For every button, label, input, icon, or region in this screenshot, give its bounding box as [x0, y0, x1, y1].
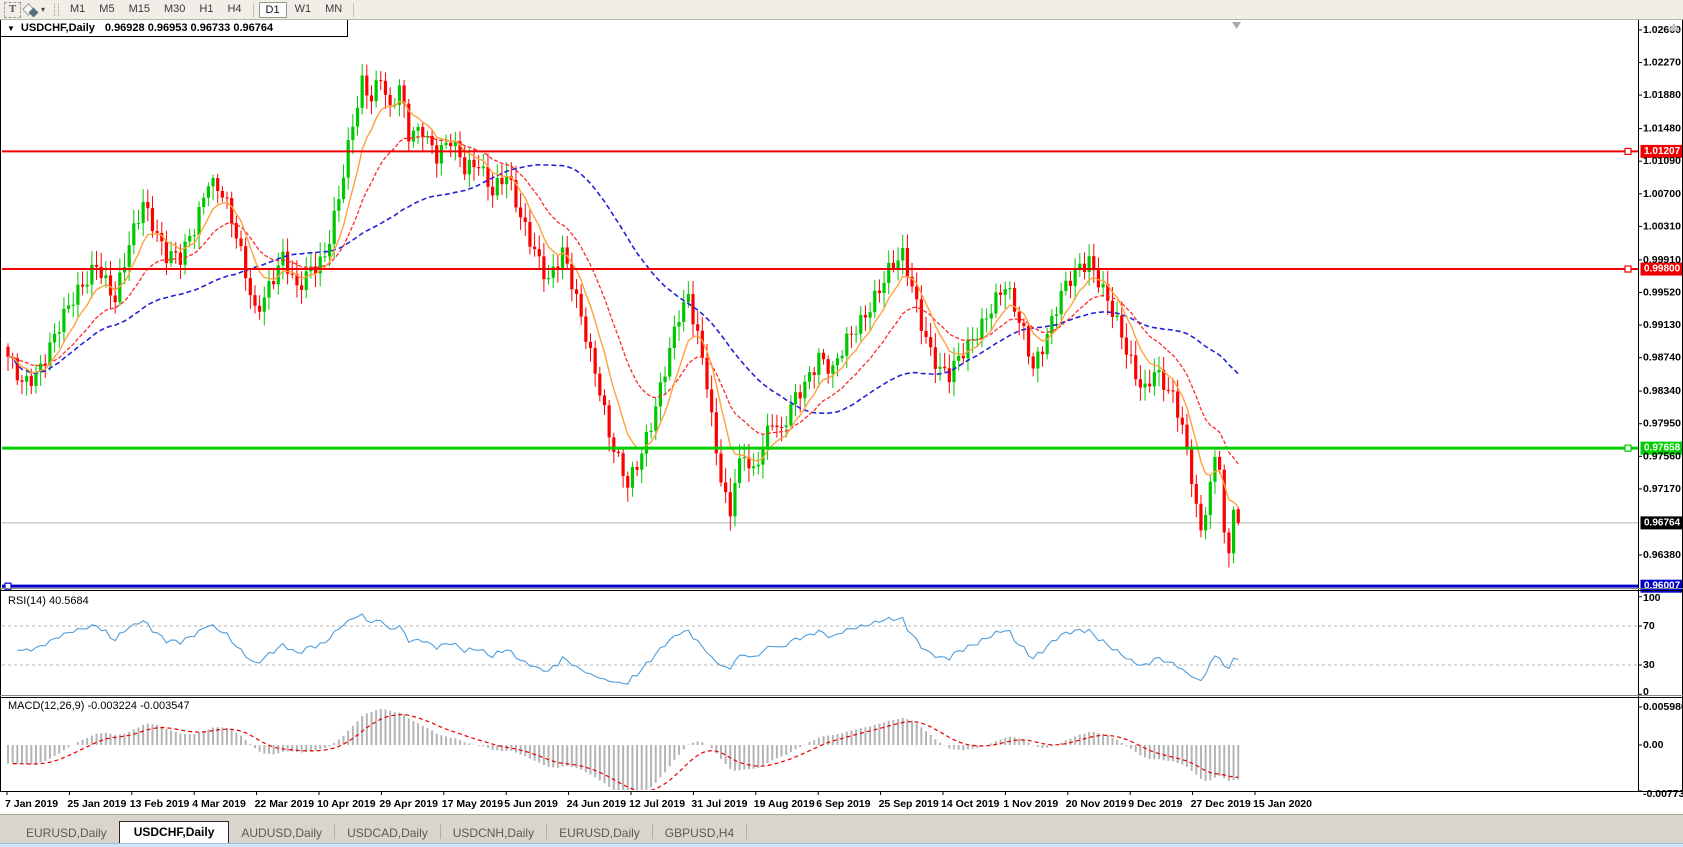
svg-text:0.005986: 0.005986	[1643, 701, 1683, 713]
svg-text:19 Aug 2019: 19 Aug 2019	[754, 798, 815, 810]
trading-terminal: { "toolbar": { "text_tool_label": "T", "…	[0, 0, 1683, 847]
svg-text:1.01090: 1.01090	[1643, 155, 1681, 167]
timeframe-button-m15[interactable]: M15	[123, 2, 156, 17]
svg-text:4 Mar 2019: 4 Mar 2019	[192, 798, 246, 810]
timeframe-button-d1[interactable]: D1	[259, 2, 287, 18]
svg-text:1.02270: 1.02270	[1643, 57, 1681, 69]
toolbar: T ▾ M1M5M15M30H1H4 D1W1MN	[0, 0, 1683, 20]
collapse-chart-icon[interactable]: ▼	[7, 24, 15, 33]
svg-text:15 Jan 2020: 15 Jan 2020	[1253, 798, 1312, 810]
svg-text:1 Nov 2019: 1 Nov 2019	[1003, 798, 1058, 810]
chart-ohlc-quotes: 0.96928 0.96953 0.96733 0.96764	[105, 22, 273, 34]
rsi-label: RSI(14) 40.5684	[8, 595, 89, 607]
chart-tab-eurusd-daily[interactable]: EURUSD,Daily	[14, 823, 119, 844]
svg-text:31 Jul 2019: 31 Jul 2019	[691, 798, 747, 810]
svg-text:0.98340: 0.98340	[1643, 385, 1681, 397]
macd-signal-line	[13, 715, 1239, 792]
svg-text:7 Jan 2019: 7 Jan 2019	[5, 798, 58, 810]
svg-text:1.00700: 1.00700	[1643, 188, 1681, 200]
svg-text:0.96380: 0.96380	[1643, 549, 1681, 561]
svg-text:0.98740: 0.98740	[1643, 352, 1681, 364]
chart-tab-audusd-daily[interactable]: AUDUSD,Daily	[229, 823, 334, 844]
svg-text:0.97170: 0.97170	[1643, 483, 1681, 495]
tab-separator	[746, 824, 747, 839]
chart-tab-gbpusd-h4[interactable]: GBPUSD,H4	[653, 823, 746, 844]
hline-handle[interactable]	[1625, 148, 1631, 154]
text-tool-button[interactable]: T	[4, 2, 21, 18]
chart-tab-usdchf-daily[interactable]: USDCHF,Daily	[119, 821, 230, 844]
toolbar-separator	[353, 3, 354, 17]
svg-text:0.99520: 0.99520	[1643, 286, 1681, 298]
svg-text:20 Nov 2019: 20 Nov 2019	[1066, 798, 1127, 810]
chart-tab-bar: EURUSD,DailyUSDCHF,DailyAUDUSD,DailyUSDC…	[0, 814, 1683, 844]
toolbar-separator	[253, 3, 254, 17]
svg-text:0.97950: 0.97950	[1643, 418, 1681, 430]
svg-text:0.00: 0.00	[1643, 739, 1664, 751]
svg-text:-0.007737: -0.007737	[1643, 788, 1683, 800]
svg-text:17 May 2019: 17 May 2019	[442, 798, 503, 810]
svg-text:24 Jun 2019: 24 Jun 2019	[567, 798, 627, 810]
svg-text:30: 30	[1643, 659, 1655, 671]
rsi-line	[17, 614, 1238, 684]
shapes-icon-filled	[29, 8, 39, 18]
svg-text:1.00310: 1.00310	[1643, 220, 1681, 232]
chart-shift-marker-icon[interactable]	[1232, 22, 1241, 29]
svg-text:29 Apr 2019: 29 Apr 2019	[379, 798, 438, 810]
toolbar-grip[interactable]	[54, 3, 59, 16]
shapes-dropdown-button[interactable]: ▾	[24, 3, 45, 16]
timeframe-button-m1[interactable]: M1	[64, 2, 91, 17]
svg-text:5 Jun 2019: 5 Jun 2019	[504, 798, 558, 810]
svg-text:27 Dec 2019: 27 Dec 2019	[1191, 798, 1251, 810]
macd-histogram	[8, 709, 1238, 797]
svg-text:0.97560: 0.97560	[1643, 450, 1681, 462]
chart-title-bar: ▼ USDCHF,Daily 0.96928 0.96953 0.96733 0…	[0, 19, 348, 37]
chart-window-border	[1, 20, 1683, 792]
chart-symbol-title: USDCHF,Daily	[21, 22, 95, 34]
timeframe-button-w1[interactable]: W1	[289, 2, 318, 17]
svg-text:12 Jul 2019: 12 Jul 2019	[629, 798, 685, 810]
chart-tab-usdcnh-daily[interactable]: USDCNH,Daily	[441, 823, 546, 844]
price-axis[interactable]: 1.026601.022701.018801.014801.010901.007…	[1638, 24, 1681, 561]
svg-text:9 Dec 2019: 9 Dec 2019	[1128, 798, 1182, 810]
svg-text:1.01480: 1.01480	[1643, 123, 1681, 135]
hline-handle[interactable]	[1625, 445, 1631, 451]
svg-text:10 Apr 2019: 10 Apr 2019	[317, 798, 376, 810]
svg-text:0.99910: 0.99910	[1643, 254, 1681, 266]
svg-text:13 Feb 2019: 13 Feb 2019	[130, 798, 190, 810]
timeframe-button-h1[interactable]: H1	[193, 2, 219, 17]
timeframe-button-m30[interactable]: M30	[158, 2, 191, 17]
time-axis[interactable]: 7 Jan 2019 25 Jan 2019 13 Feb 20194 Mar 20…	[5, 792, 1312, 810]
svg-text:70: 70	[1643, 620, 1655, 632]
current-price-chip-text: 0.96764	[1644, 517, 1681, 528]
taskbar-edge	[0, 843, 1683, 847]
macd-label: MACD(12,26,9) -0.003224 -0.003547	[8, 700, 190, 712]
svg-text:0.99130: 0.99130	[1643, 319, 1681, 331]
candlestick-series	[6, 64, 1239, 567]
svg-text:1.01880: 1.01880	[1643, 89, 1681, 101]
timeframe-button-h4[interactable]: H4	[221, 2, 247, 17]
rsi-axis[interactable]: 100 70 30 0	[1638, 592, 1661, 698]
chart-tab-eurusd-daily[interactable]: EURUSD,Daily	[547, 823, 652, 844]
macd-axis[interactable]: 0.005986 0.00 -0.007737	[1638, 701, 1683, 800]
moving-averages	[8, 102, 1238, 507]
timeframe-button-mn[interactable]: MN	[319, 2, 348, 17]
svg-text:0: 0	[1643, 686, 1649, 698]
price-chart-canvas[interactable]: 1.012070.998000.976580.960070.967641.026…	[0, 0, 1683, 847]
svg-text:22 Mar 2019: 22 Mar 2019	[255, 798, 315, 810]
svg-text:25 Jan 2019: 25 Jan 2019	[67, 798, 126, 810]
svg-text:6 Sep 2019: 6 Sep 2019	[816, 798, 870, 810]
svg-text:100: 100	[1643, 592, 1661, 604]
svg-text:14 Oct 2019: 14 Oct 2019	[941, 798, 1000, 810]
chevron-down-icon: ▾	[41, 5, 45, 14]
hline-handle[interactable]	[1625, 266, 1631, 272]
timeframe-button-m5[interactable]: M5	[93, 2, 120, 17]
chart-tab-usdcad-daily[interactable]: USDCAD,Daily	[335, 823, 440, 844]
svg-text:25 Sep 2019: 25 Sep 2019	[879, 798, 939, 810]
